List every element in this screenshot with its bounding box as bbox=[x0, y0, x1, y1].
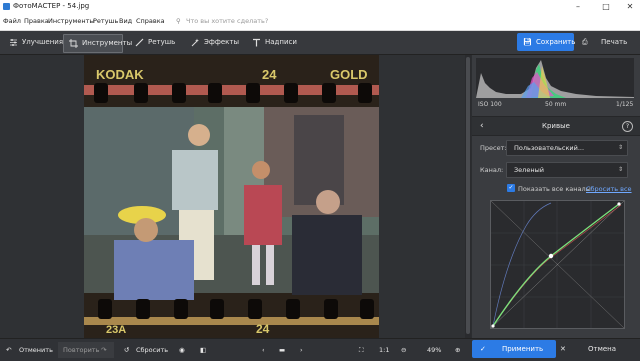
preset-value: Пользовательский... bbox=[514, 144, 585, 152]
film-brand-text: KODAK bbox=[96, 67, 144, 82]
film-frame-number: 24 bbox=[262, 67, 277, 82]
reset-icon: ↺ bbox=[124, 346, 130, 354]
tab-enhance[interactable]: Улучшения bbox=[4, 34, 64, 51]
preset-select[interactable]: Пользовательский... ⇕ bbox=[506, 140, 628, 156]
back-arrow-icon[interactable]: ‹ bbox=[480, 117, 484, 135]
focal-length-value: 50 mm bbox=[545, 101, 567, 108]
film-type-text: GOLD bbox=[330, 67, 368, 82]
close-icon: ✕ bbox=[560, 345, 566, 353]
reset-all-link[interactable]: Сбросить все bbox=[586, 185, 632, 193]
redo-label: Повторить bbox=[63, 346, 100, 354]
chevron-updown-icon: ⇕ bbox=[617, 166, 623, 173]
print-button[interactable]: ⎙ Печать bbox=[580, 33, 630, 51]
text-icon bbox=[253, 38, 260, 47]
cancel-label: Отмена bbox=[588, 345, 617, 353]
printer-icon: ⎙ bbox=[582, 38, 588, 46]
next-image-icon[interactable]: › bbox=[300, 339, 310, 361]
menu-edit[interactable]: Правка bbox=[24, 13, 49, 30]
close-button[interactable]: ✕ bbox=[619, 0, 640, 13]
shutter-value: 1/125 bbox=[616, 101, 634, 108]
film-frame-24: 24 bbox=[256, 322, 270, 336]
reset-button[interactable]: ↺ Сбросить bbox=[124, 339, 169, 361]
brush-icon bbox=[135, 38, 144, 47]
curves-title: Кривые bbox=[542, 122, 570, 130]
minimize-button[interactable]: – bbox=[567, 0, 589, 13]
folder-icon[interactable]: ▬ bbox=[279, 339, 291, 361]
search-icon: ⚲ bbox=[176, 17, 181, 25]
channel-label: Канал: bbox=[480, 166, 504, 174]
tab-effects[interactable]: Эффекты bbox=[186, 34, 239, 51]
search-placeholder: Что вы хотите сделать? bbox=[186, 17, 269, 25]
window-title: ФотоМАСТЕР - 54.jpg bbox=[13, 2, 90, 10]
tab-tools[interactable]: Инструменты bbox=[63, 34, 132, 53]
tab-text[interactable]: Надписи bbox=[247, 34, 297, 51]
eye-icon[interactable]: ◉ bbox=[179, 339, 191, 361]
app-icon bbox=[3, 3, 10, 10]
menu-view[interactable]: Вид bbox=[119, 13, 132, 30]
curve-graph bbox=[490, 200, 625, 329]
tab-text-label: Надписи bbox=[265, 38, 297, 46]
compare-icon[interactable]: ◧ bbox=[200, 339, 212, 361]
tab-enhance-label: Улучшения bbox=[22, 38, 64, 46]
save-icon: 💾︎ bbox=[523, 38, 532, 46]
prev-image-icon[interactable]: ‹ bbox=[262, 339, 272, 361]
photo-preview[interactable]: KODAK 24 GOLD 23A 24 bbox=[84, 55, 379, 338]
redo-icon: ↷ bbox=[101, 346, 107, 354]
cancel-button[interactable]: ✕ Отмена bbox=[560, 340, 634, 358]
panel-scrollbar[interactable] bbox=[465, 55, 471, 338]
zoom-1to1-button[interactable]: 1:1 bbox=[379, 339, 395, 361]
menu-bar: Файл Правка Инструменты Ретушь Вид Справ… bbox=[0, 13, 640, 31]
menu-retouch[interactable]: Ретушь bbox=[93, 13, 118, 30]
search-input[interactable]: ⚲ Что вы хотите сделать? bbox=[170, 16, 280, 27]
tab-retouch-label: Ретушь bbox=[148, 38, 176, 46]
histogram-graph bbox=[476, 60, 634, 98]
maximize-button[interactable]: □ bbox=[595, 0, 617, 13]
save-button[interactable]: 💾︎ Сохранить bbox=[517, 33, 576, 51]
apply-label: Применить bbox=[502, 345, 544, 353]
film-frame-23a: 23A bbox=[106, 324, 126, 336]
preset-label: Пресет: bbox=[480, 144, 507, 152]
print-label: Печать bbox=[601, 38, 628, 46]
show-all-channels-checkbox[interactable]: ✓ bbox=[507, 184, 515, 192]
histogram bbox=[476, 58, 634, 98]
curve-control-point bbox=[548, 253, 554, 259]
photo-image: KODAK 24 GOLD 23A 24 bbox=[84, 55, 379, 338]
tab-effects-label: Эффекты bbox=[204, 38, 239, 46]
zoom-out-icon[interactable]: ⊖ bbox=[401, 339, 411, 361]
chevron-updown-icon: ⇕ bbox=[617, 144, 623, 151]
channel-select[interactable]: Зеленый ⇕ bbox=[506, 162, 628, 178]
crop-icon bbox=[69, 39, 78, 48]
menu-file[interactable]: Файл bbox=[3, 13, 21, 30]
menu-help[interactable]: Справка bbox=[136, 13, 165, 30]
show-all-channels-label: Показать все каналы bbox=[518, 185, 591, 193]
save-label: Сохранить bbox=[536, 38, 576, 46]
reset-label: Сбросить bbox=[136, 346, 169, 354]
undo-button[interactable]: ↶ Отменить bbox=[6, 339, 53, 361]
undo-label: Отменить bbox=[19, 346, 53, 354]
apply-button[interactable]: ✓ Применить bbox=[472, 340, 556, 358]
curve-editor[interactable] bbox=[490, 200, 625, 329]
tab-retouch[interactable]: Ретушь bbox=[130, 34, 178, 51]
check-icon: ✓ bbox=[480, 345, 486, 353]
curves-header: ‹ Кривые ? bbox=[472, 116, 640, 136]
tab-tools-label: Инструменты bbox=[82, 39, 133, 47]
channel-value: Зеленый bbox=[514, 166, 544, 174]
help-icon[interactable]: ? bbox=[622, 121, 633, 132]
fit-screen-icon[interactable]: ⛶ bbox=[359, 339, 371, 361]
undo-icon: ↶ bbox=[6, 346, 12, 354]
menu-tools[interactable]: Инструменты bbox=[48, 13, 95, 30]
iso-value: ISO 100 bbox=[478, 101, 502, 108]
zoom-level: 49% bbox=[427, 346, 442, 354]
zoom-in-icon[interactable]: ⊕ bbox=[455, 339, 465, 361]
redo-button[interactable]: Повторить ↷ bbox=[58, 342, 114, 358]
sliders-icon bbox=[10, 39, 17, 46]
magic-wand-icon bbox=[191, 38, 199, 47]
title-bar: ФотоМАСТЕР - 54.jpg – □ ✕ bbox=[0, 0, 640, 13]
